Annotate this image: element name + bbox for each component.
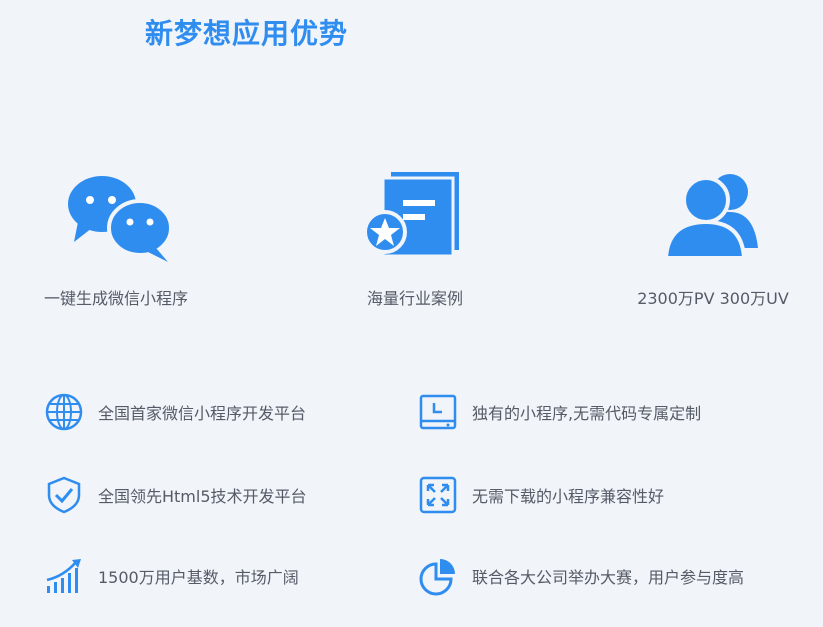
feature-cases: 海量行业案例: [335, 170, 495, 308]
advantage-text: 独有的小程序,无需代码专属定制: [472, 404, 702, 423]
advantage-item: 独有的小程序,无需代码专属定制: [418, 392, 701, 432]
advantage-item: 全国首家微信小程序开发平台: [44, 392, 306, 432]
feature-users: 2300万PV 300万UV: [633, 170, 793, 308]
shield-check-icon: [47, 476, 81, 514]
feature-label: 一键生成微信小程序: [43, 289, 189, 308]
advantage-text: 无需下载的小程序兼容性好: [472, 487, 665, 506]
growth-chart-icon: [46, 559, 81, 593]
pie-chart-icon: [419, 559, 455, 596]
users-icon: [663, 174, 758, 260]
advantage-item: 全国领先Html5技术开发平台: [44, 475, 307, 515]
feature-wechat: 一键生成微信小程序: [36, 170, 196, 308]
advantage-text: 1500万用户基数，市场广阔: [98, 568, 299, 587]
expand-icon: [419, 476, 457, 514]
advantage-text: 联合各大公司举办大赛，用户参与度高: [472, 568, 745, 587]
advantage-item: 联合各大公司举办大赛，用户参与度高: [418, 556, 744, 596]
wechat-icon: [68, 176, 173, 262]
advantage-item: 1500万用户基数，市场广阔: [44, 556, 299, 596]
advantage-text: 全国首家微信小程序开发平台: [98, 404, 307, 423]
advantage-text: 全国领先Html5技术开发平台: [98, 487, 307, 506]
feature-label: 2300万PV 300万UV: [637, 289, 789, 308]
globe-icon: [45, 393, 83, 431]
advantage-item: 无需下载的小程序兼容性好: [418, 475, 664, 515]
feature-label: 海量行业案例: [366, 289, 464, 308]
clock-device-icon: [419, 394, 457, 430]
page-title: 新梦想应用优势: [145, 17, 349, 50]
case-book-icon: [363, 172, 459, 258]
